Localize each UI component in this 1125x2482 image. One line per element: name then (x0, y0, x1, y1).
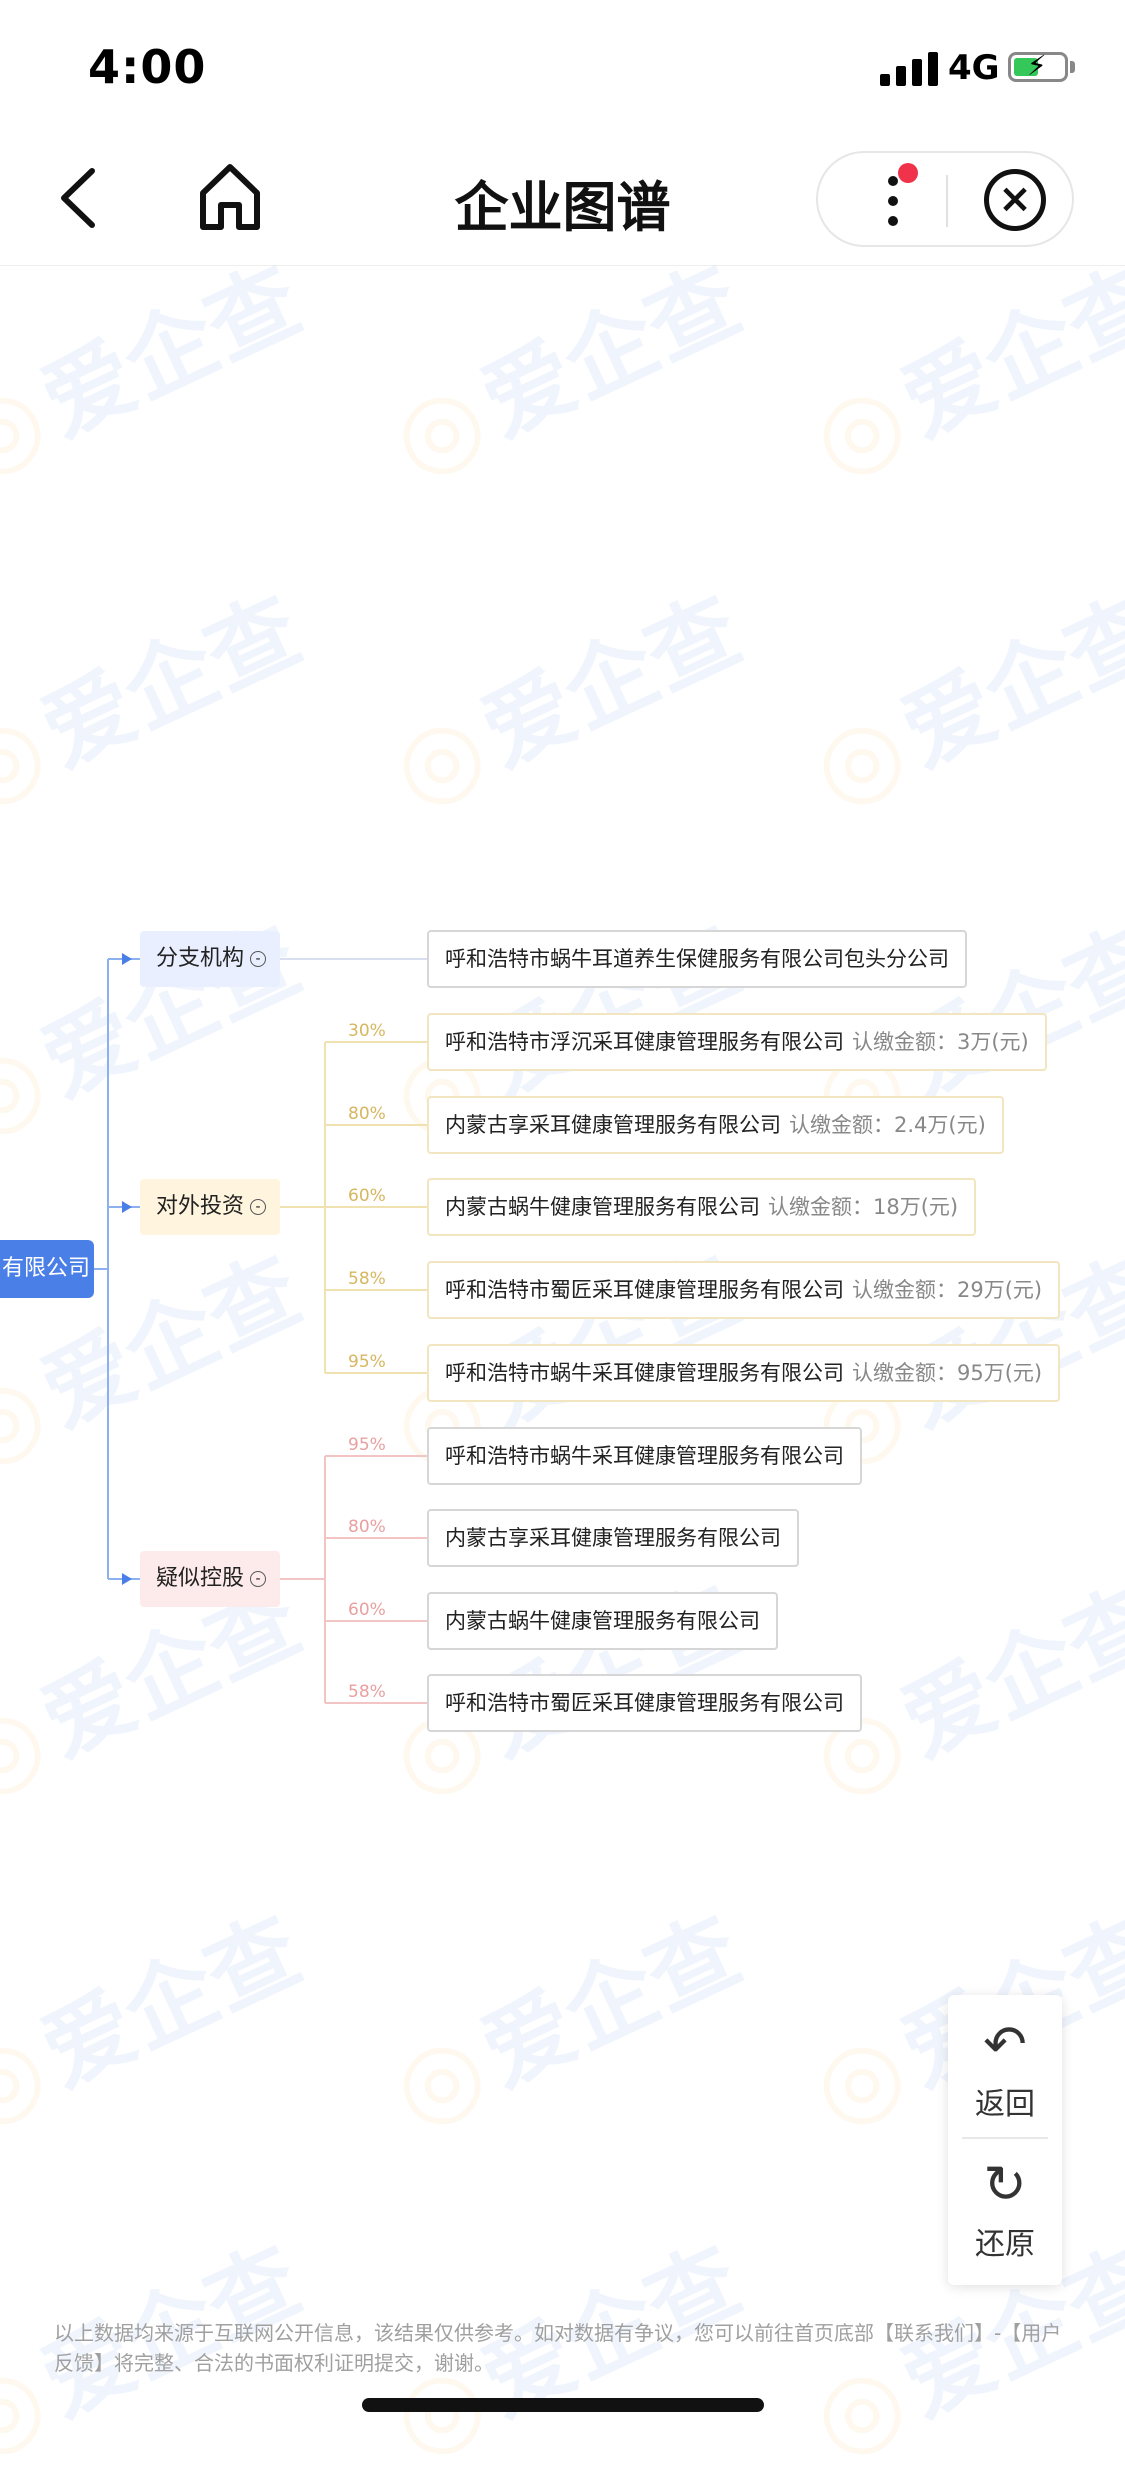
subscribed-amount: 认缴金额：29万(元) (852, 1278, 1043, 1302)
share-percent: 60% (348, 1600, 386, 1620)
root-company-node[interactable]: 有限公司 (0, 1240, 94, 1298)
undo-arrow-icon: ↶ (983, 2015, 1027, 2075)
back-label: 返回 (975, 2087, 1035, 2122)
category-branch-label: 分支机构 (156, 946, 245, 971)
category-branch[interactable]: 分支机构 - (140, 931, 281, 987)
control-node[interactable]: 呼和浩特市蜀匠采耳健康管理服务有限公司 (427, 1674, 862, 1732)
category-control-label: 疑似控股 (156, 1566, 245, 1591)
refresh-icon: ↻ (983, 2155, 1027, 2215)
company-name: 内蒙古蜗牛健康管理服务有限公司 (445, 1195, 760, 1219)
category-investment-label: 对外投资 (156, 1194, 245, 1219)
collapse-icon[interactable]: - (250, 1571, 267, 1587)
category-control[interactable]: 疑似控股 - (140, 1551, 281, 1607)
control-node[interactable]: 内蒙古蜗牛健康管理服务有限公司 (427, 1592, 778, 1650)
control-node[interactable]: 呼和浩特市蜗牛采耳健康管理服务有限公司 (427, 1427, 862, 1485)
reset-button[interactable]: ↻ 还原 (948, 2143, 1062, 2273)
share-percent: 95% (348, 1435, 386, 1455)
company-name: 内蒙古蜗牛健康管理服务有限公司 (445, 1609, 760, 1633)
reset-label: 还原 (975, 2227, 1035, 2262)
share-percent: 30% (348, 1021, 386, 1041)
company-name: 内蒙古享采耳健康管理服务有限公司 (445, 1113, 781, 1137)
subscribed-amount: 认缴金额：18万(元) (768, 1195, 959, 1219)
investment-node[interactable]: 内蒙古享采耳健康管理服务有限公司 认缴金额：2.4万(元) (427, 1096, 1004, 1154)
company-name: 呼和浩特市蜗牛耳道养生保健服务有限公司包头分公司 (445, 947, 949, 971)
subscribed-amount: 认缴金额：95万(元) (852, 1361, 1043, 1385)
investment-node[interactable]: 呼和浩特市浮沉采耳健康管理服务有限公司 认缴金额：3万(元) (427, 1013, 1047, 1071)
subscribed-amount: 认缴金额：3万(元) (852, 1030, 1029, 1054)
investment-node[interactable]: 呼和浩特市蜀匠采耳健康管理服务有限公司 认缴金额：29万(元) (427, 1261, 1061, 1319)
subscribed-amount: 认缴金额：2.4万(元) (789, 1113, 986, 1137)
control-node[interactable]: 内蒙古享采耳健康管理服务有限公司 (427, 1509, 799, 1567)
company-name: 呼和浩特市蜀匠采耳健康管理服务有限公司 (445, 1691, 844, 1715)
investment-node[interactable]: 呼和浩特市蜗牛采耳健康管理服务有限公司 认缴金额：95万(元) (427, 1344, 1061, 1402)
disclaimer-text: 以上数据均来源于互联网公开信息，该结果仅供参考。如对数据有争议，您可以前往首页底… (54, 2321, 1062, 2375)
share-percent: 58% (348, 1269, 386, 1289)
company-name: 内蒙古享采耳健康管理服务有限公司 (445, 1526, 781, 1550)
collapse-icon[interactable]: - (250, 951, 267, 967)
share-percent: 60% (348, 1186, 386, 1206)
company-name: 呼和浩特市蜀匠采耳健康管理服务有限公司 (445, 1278, 844, 1302)
collapse-icon[interactable]: - (250, 1199, 267, 1215)
share-percent: 95% (348, 1352, 386, 1372)
back-button[interactable]: ↶ 返回 (948, 2003, 1062, 2133)
investment-node[interactable]: 内蒙古蜗牛健康管理服务有限公司 认缴金额：18万(元) (427, 1178, 977, 1236)
company-name: 呼和浩特市蜗牛采耳健康管理服务有限公司 (445, 1444, 844, 1468)
share-percent: 58% (348, 1682, 386, 1702)
company-name: 呼和浩特市蜗牛采耳健康管理服务有限公司 (445, 1361, 844, 1385)
branch-node[interactable]: 呼和浩特市蜗牛耳道养生保健服务有限公司包头分公司 (427, 930, 967, 988)
share-percent: 80% (348, 1104, 386, 1124)
graph-tools-panel: ↶ 返回 ↻ 还原 (948, 1995, 1062, 2285)
share-percent: 80% (348, 1517, 386, 1537)
company-name: 呼和浩特市浮沉采耳健康管理服务有限公司 (445, 1030, 844, 1054)
category-investment[interactable]: 对外投资 - (140, 1179, 281, 1235)
home-indicator[interactable] (362, 2398, 764, 2412)
tools-divider (962, 2137, 1048, 2139)
